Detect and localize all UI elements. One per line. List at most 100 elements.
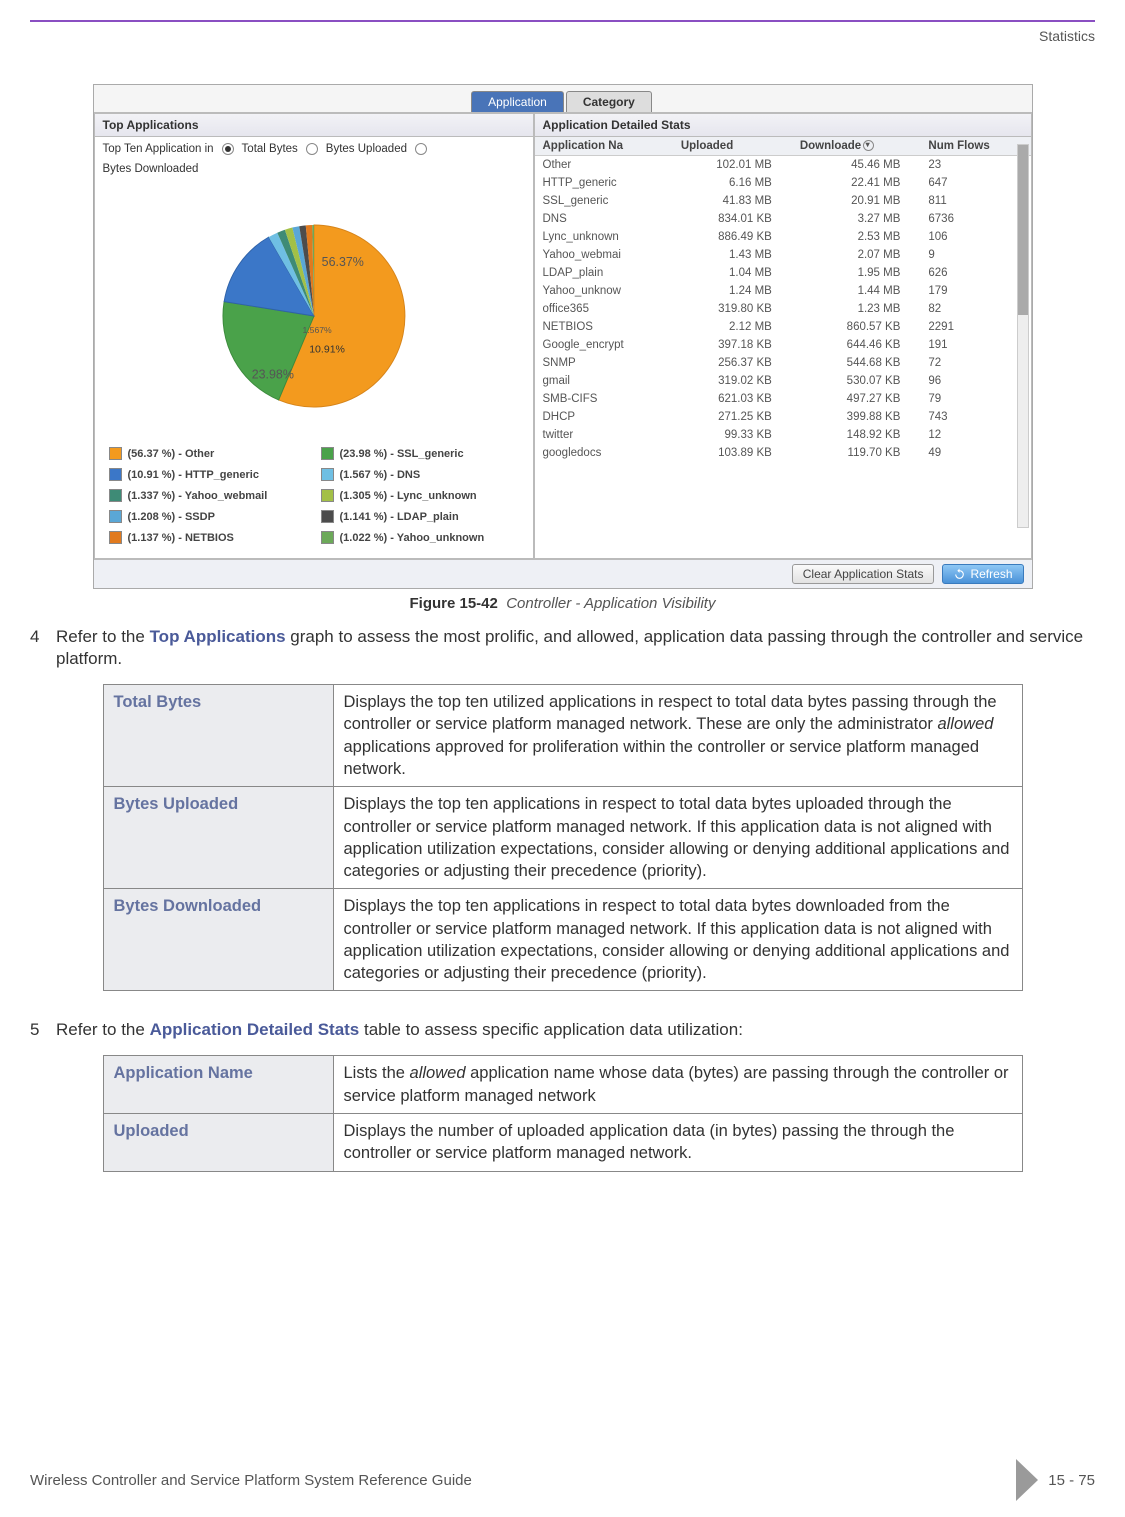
tab-application[interactable]: Application [471,91,564,112]
table-row[interactable]: Yahoo_unknow1.24 MB1.44 MB179 [535,282,1031,300]
table-cell: 6736 [920,210,1030,228]
table-row[interactable]: Google_encrypt397.18 KB644.46 KB191 [535,336,1031,354]
table-cell: 743 [920,408,1030,426]
step-5-post: table to assess specific application dat… [359,1020,743,1039]
table-cell: 834.01 KB [673,210,792,228]
legend-text: (56.37 %) - Other [128,448,215,460]
table-row[interactable]: googledocs103.89 KB119.70 KB49 [535,444,1031,462]
table-cell: 22.41 MB [792,174,921,192]
legend-item: (1.567 %) - DNS [321,468,519,481]
table-cell: 1.23 MB [792,300,921,318]
table-row[interactable]: gmail319.02 KB530.07 KB96 [535,372,1031,390]
table-cell: SNMP [535,354,673,372]
table-cell: 811 [920,192,1030,210]
table-cell: 179 [920,282,1030,300]
tab-category[interactable]: Category [566,91,652,112]
scrollbar-thumb[interactable] [1018,145,1028,315]
table-row[interactable]: SSL_generic41.83 MB20.91 MB811 [535,192,1031,210]
def-row: Total BytesDisplays the top ten utilized… [103,685,1022,787]
table-row[interactable]: HTTP_generic6.16 MB22.41 MB647 [535,174,1031,192]
table-row[interactable]: office365319.80 KB1.23 MB82 [535,300,1031,318]
pie-chart: 56.37% 10.91% 23.98% 1.567% [199,201,429,431]
def-value: Displays the top ten applications in res… [333,787,1022,889]
table-cell: 644.46 KB [792,336,921,354]
table-cell: 319.80 KB [673,300,792,318]
figure-title: Controller - Application Visibility [506,595,715,612]
definitions-table-1: Total BytesDisplays the top ten utilized… [103,684,1023,991]
stats-table: Application Na Uploaded Downloade Num Fl… [535,137,1031,462]
table-cell: SSL_generic [535,192,673,210]
table-row[interactable]: DNS834.01 KB3.27 MB6736 [535,210,1031,228]
legend-swatch [321,468,334,481]
legend-swatch [109,489,122,502]
legend-text: (1.567 %) - DNS [340,469,421,481]
table-row[interactable]: SNMP256.37 KB544.68 KB72 [535,354,1031,372]
def-value: Displays the number of uploaded applicat… [333,1114,1022,1172]
table-cell: Yahoo_unknow [535,282,673,300]
metric-radio-row: Top Ten Application in Total Bytes Bytes… [95,137,533,181]
table-cell: HTTP_generic [535,174,673,192]
table-row[interactable]: LDAP_plain1.04 MB1.95 MB626 [535,264,1031,282]
table-row[interactable]: SMB-CIFS621.03 KB497.27 KB79 [535,390,1031,408]
step-5-pre: Refer to the [56,1020,150,1039]
legend-item: (1.022 %) - Yahoo_unknown [321,531,519,544]
table-cell: 271.25 KB [673,408,792,426]
legend-text: (1.337 %) - Yahoo_webmail [128,490,268,502]
radio-bytes-uploaded[interactable] [306,143,318,155]
table-row[interactable]: Lync_unknown886.49 KB2.53 MB106 [535,228,1031,246]
table-cell: 2.53 MB [792,228,921,246]
table-cell: 1.43 MB [673,246,792,264]
def-row: UploadedDisplays the number of uploaded … [103,1114,1022,1172]
table-cell: 647 [920,174,1030,192]
def-row: Bytes UploadedDisplays the top ten appli… [103,787,1022,889]
sort-indicator-icon[interactable] [863,140,874,151]
legend-text: (23.98 %) - SSL_generic [340,448,464,460]
radio-total-bytes[interactable] [222,143,234,155]
radio-bytes-downloaded[interactable] [415,143,427,155]
def-key: Uploaded [103,1114,333,1172]
table-cell: 79 [920,390,1030,408]
table-cell: Yahoo_webmai [535,246,673,264]
radio-bytes-uploaded-label: Bytes Uploaded [326,143,407,155]
col-uploaded[interactable]: Uploaded [673,137,792,156]
refresh-button[interactable]: Refresh [942,564,1023,584]
step-4: 4 Refer to the Top Applications graph to… [30,626,1095,670]
legend-item: (1.141 %) - LDAP_plain [321,510,519,523]
definitions-table-2: Application NameLists the allowed applic… [103,1055,1023,1171]
scrollbar[interactable] [1017,144,1029,528]
chevron-icon [1016,1459,1038,1501]
legend-item: (56.37 %) - Other [109,447,307,460]
page-footer: Wireless Controller and Service Platform… [30,1459,1095,1501]
table-cell: NETBIOS [535,318,673,336]
def-row: Application NameLists the allowed applic… [103,1056,1022,1114]
col-numflows[interactable]: Num Flows [920,137,1030,156]
legend-text: (1.305 %) - Lync_unknown [340,490,477,502]
table-cell: googledocs [535,444,673,462]
pie-label-small: 1.567% [302,325,332,335]
col-app-name[interactable]: Application Na [535,137,673,156]
clear-app-stats-button[interactable]: Clear Application Stats [792,564,935,584]
step-5-num: 5 [30,1019,46,1041]
table-cell: 119.70 KB [792,444,921,462]
panel-footer-buttons: Clear Application Stats Refresh [94,559,1032,588]
table-cell: 1.04 MB [673,264,792,282]
col-downloaded[interactable]: Downloade [792,137,921,156]
table-row[interactable]: Yahoo_webmai1.43 MB2.07 MB9 [535,246,1031,264]
table-cell: 319.02 KB [673,372,792,390]
table-row[interactable]: Other102.01 MB45.46 MB23 [535,156,1031,175]
table-row[interactable]: twitter99.33 KB148.92 KB12 [535,426,1031,444]
def-key: Application Name [103,1056,333,1114]
step-5-bold: Application Detailed Stats [150,1020,360,1039]
table-row[interactable]: NETBIOS2.12 MB860.57 KB2291 [535,318,1031,336]
table-cell: 191 [920,336,1030,354]
step-4-bold: Top Applications [150,627,286,646]
step-4-num: 4 [30,626,46,670]
table-cell: 1.44 MB [792,282,921,300]
def-row: Bytes DownloadedDisplays the top ten app… [103,889,1022,991]
table-cell: 497.27 KB [792,390,921,408]
pie-legend: (56.37 %) - Other (23.98 %) - SSL_generic… [95,441,533,558]
table-row[interactable]: DHCP271.25 KB399.88 KB743 [535,408,1031,426]
table-cell: 102.01 MB [673,156,792,175]
legend-text: (10.91 %) - HTTP_generic [128,469,259,481]
table-cell: 860.57 KB [792,318,921,336]
